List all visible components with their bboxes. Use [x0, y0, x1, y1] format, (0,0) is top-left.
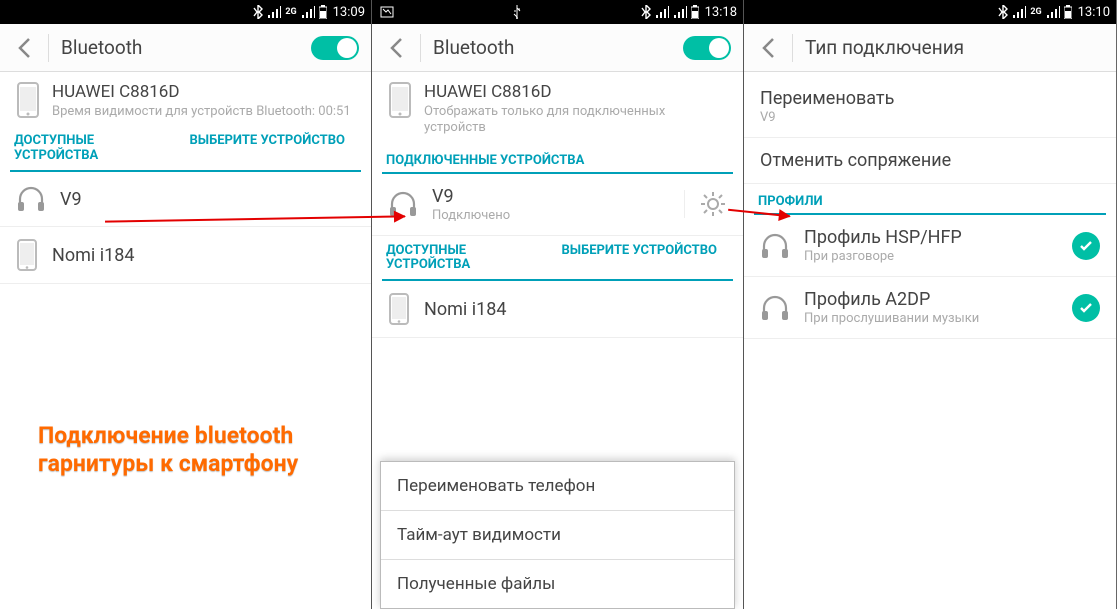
status-time: 13:18 — [705, 5, 737, 20]
menu-rename-phone[interactable]: Переименовать телефон — [381, 462, 734, 511]
bluetooth-icon — [641, 5, 651, 19]
back-button[interactable] — [0, 24, 48, 72]
signal-2g-icon: 2G — [285, 7, 296, 17]
header-separator — [792, 34, 793, 62]
profile-row-a2dp[interactable]: Профиль A2DP При прослушивании музыки — [744, 277, 1116, 339]
device-tabs: ДОСТУПНЫЕ УСТРОЙСТВА ВЫБЕРИТЕ УСТРОЙСТВО — [382, 240, 733, 282]
screen-3: 2G 13:10 Тип подключения Переименовать V… — [744, 0, 1116, 609]
phone-icon — [388, 82, 412, 118]
headphones-icon — [760, 231, 790, 261]
overflow-menu: Переименовать телефон Тайм-аут видимости… — [380, 461, 735, 609]
headphones-icon — [16, 184, 46, 214]
device-tabs: ДОСТУПНЫЕ УСТРОЙСТВА ВЫБЕРИТЕ УСТРОЙСТВО — [10, 130, 361, 172]
signal-2g-icon: 2G — [1030, 7, 1041, 17]
bluetooth-icon — [253, 5, 263, 19]
header: Bluetooth — [372, 24, 743, 72]
own-device-sub: Отображать только для подключенных устро… — [424, 104, 727, 137]
own-device-name: HUAWEI C8816D — [52, 82, 355, 102]
device-name: Nomi i184 — [424, 299, 727, 320]
signal-icon — [267, 6, 281, 18]
profile-title: Профиль A2DP — [804, 289, 1058, 310]
status-time: 13:09 — [333, 5, 365, 20]
headphones-icon — [760, 293, 790, 323]
device-row-nomi[interactable]: Nomi i184 — [372, 281, 743, 338]
device-name: V9 — [60, 189, 355, 210]
connected-device-row[interactable]: V9 Подключено — [372, 174, 743, 236]
tab-select[interactable]: ВЫБЕРИТЕ УСТРОЙСТВО — [558, 240, 734, 280]
tab-available[interactable]: ДОСТУПНЫЕ УСТРОЙСТВА — [10, 130, 186, 170]
usb-icon — [512, 5, 522, 19]
profile-sub: При прослушивании музыки — [804, 311, 1058, 326]
check-icon[interactable] — [1072, 294, 1100, 322]
signal-secondary-icon — [673, 6, 687, 18]
tab-available[interactable]: ДОСТУПНЫЕ УСТРОЙСТВА — [382, 240, 558, 280]
battery-icon — [1064, 5, 1072, 19]
battery-icon — [319, 5, 327, 19]
signal-secondary-icon — [301, 6, 315, 18]
profile-title: Профиль HSP/HFP — [804, 227, 1058, 248]
signal-icon — [655, 6, 669, 18]
section-connected-label: ПОДКЛЮЧЕННЫЕ УСТРОЙСТВА — [372, 143, 743, 172]
rename-label: Переименовать — [760, 88, 1100, 109]
check-icon[interactable] — [1072, 232, 1100, 260]
back-button[interactable] — [744, 24, 792, 72]
screenshot-icon — [380, 6, 394, 18]
header: Bluetooth — [0, 24, 371, 72]
tutorial-caption: Подключение bluetooth гарнитуры к смартф… — [38, 422, 298, 480]
own-device-name: HUAWEI C8816D — [424, 82, 727, 102]
profile-row-hsp[interactable]: Профиль HSP/HFP При разговоре — [744, 215, 1116, 277]
header-separator — [420, 34, 421, 62]
phone-icon — [16, 239, 38, 271]
signal-secondary-icon — [1046, 6, 1060, 18]
section-profiles-label: ПРОФИЛИ — [744, 184, 1116, 213]
menu-visibility-timeout[interactable]: Тайм-аут видимости — [381, 511, 734, 560]
status-bar: 2G 13:10 — [744, 0, 1116, 24]
own-device-sub: Время видимости для устройств Bluetooth:… — [52, 104, 355, 120]
own-device-row[interactable]: HUAWEI C8816D Время видимости для устрой… — [0, 72, 371, 126]
phone-icon — [388, 293, 410, 325]
page-title: Bluetooth — [61, 36, 311, 59]
bluetooth-icon — [998, 5, 1008, 19]
phone-icon — [16, 82, 40, 118]
signal-icon — [1012, 6, 1026, 18]
header-separator — [48, 34, 49, 62]
rename-value: V9 — [760, 110, 1100, 125]
status-bar: 13:18 — [372, 0, 743, 24]
screen-1: 2G 13:09 Bluetooth HUAWEI C8816D Время в… — [0, 0, 372, 609]
status-bar: 2G 13:09 — [0, 0, 371, 24]
status-time: 13:10 — [1078, 5, 1110, 20]
device-row-nomi[interactable]: Nomi i184 — [0, 227, 371, 284]
unpair-row[interactable]: Отменить сопряжение — [744, 138, 1116, 184]
header: Тип подключения — [744, 24, 1116, 72]
connected-device-status: Подключено — [432, 208, 670, 223]
device-name: Nomi i184 — [52, 245, 355, 266]
profile-sub: При разговоре — [804, 249, 1058, 264]
menu-received-files[interactable]: Полученные файлы — [381, 560, 734, 608]
page-title: Тип подключения — [805, 36, 1116, 59]
own-device-row[interactable]: HUAWEI C8816D Отображать только для подк… — [372, 72, 743, 143]
bluetooth-toggle[interactable] — [311, 36, 359, 60]
bluetooth-toggle[interactable] — [683, 36, 731, 60]
back-button[interactable] — [372, 24, 420, 72]
battery-icon — [691, 5, 699, 19]
connected-device-name: V9 — [432, 186, 670, 207]
tab-select[interactable]: ВЫБЕРИТЕ УСТРОЙСТВО — [186, 130, 362, 170]
unpair-label: Отменить сопряжение — [760, 150, 1100, 171]
gear-icon[interactable] — [684, 190, 727, 218]
screen-2: 13:18 Bluetooth HUAWEI C8816D Отображать… — [372, 0, 744, 609]
rename-row[interactable]: Переименовать V9 — [744, 72, 1116, 138]
page-title: Bluetooth — [433, 36, 683, 59]
